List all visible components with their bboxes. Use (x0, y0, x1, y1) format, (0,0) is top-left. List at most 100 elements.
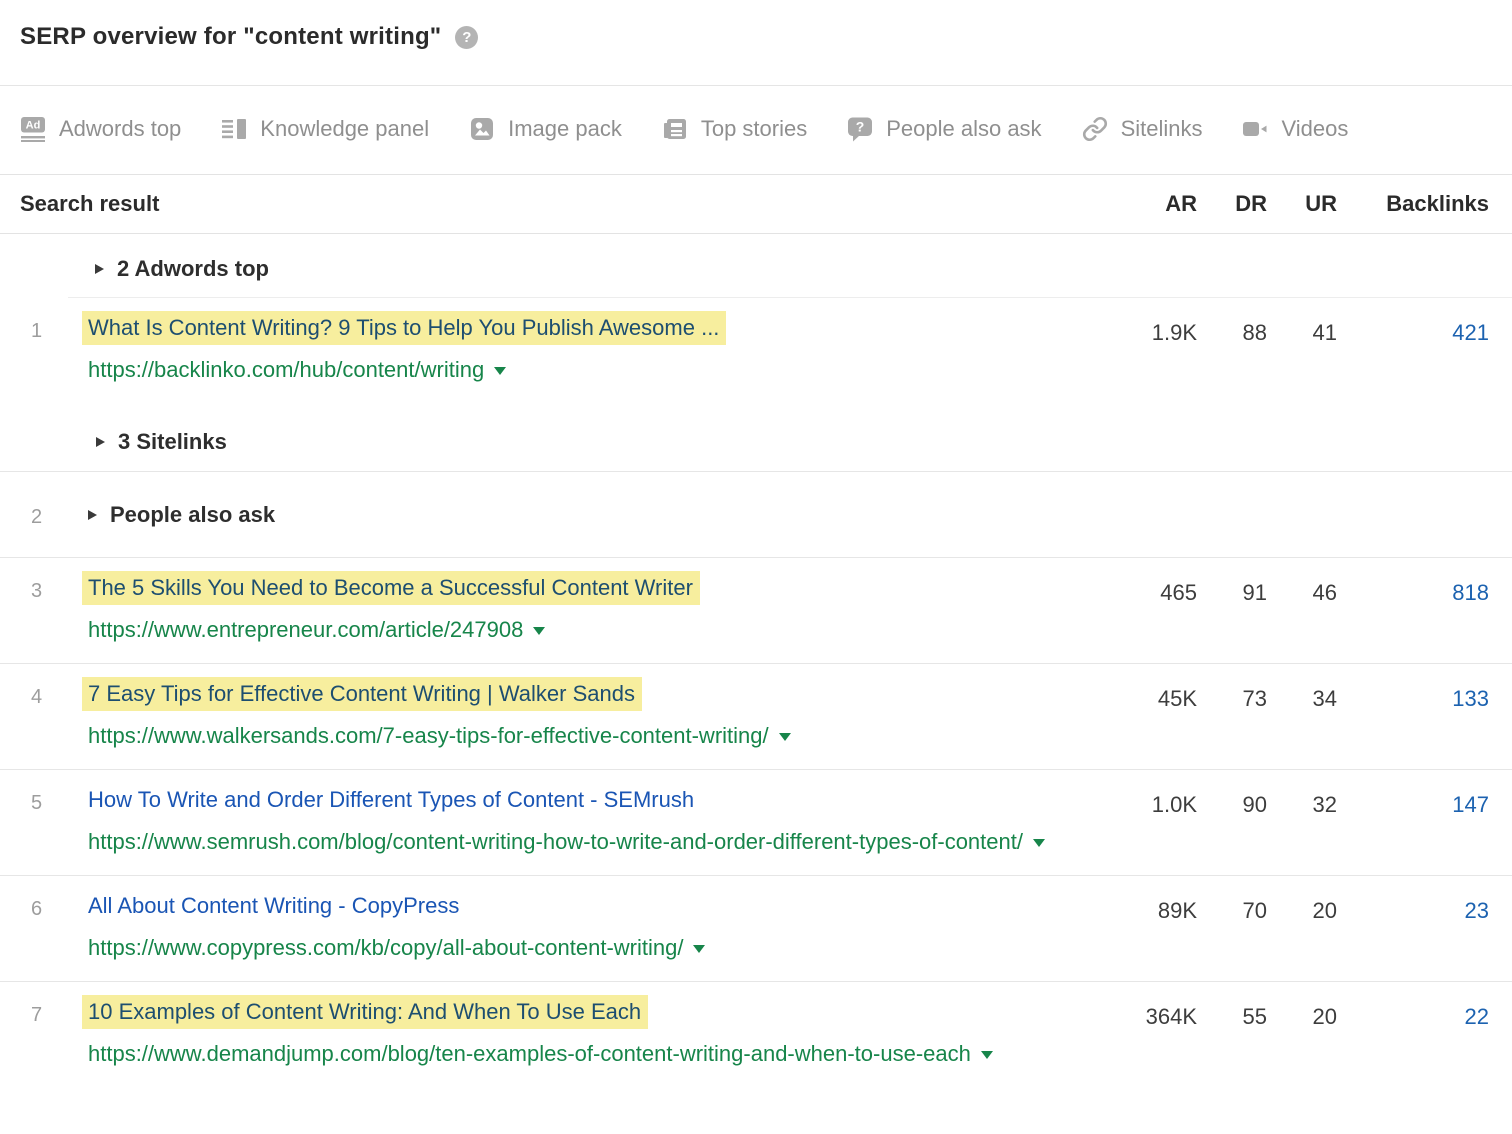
group-header-adwords-top[interactable]: 2 Adwords top (0, 234, 1512, 297)
top-stories-icon (662, 116, 688, 142)
backlinks-link[interactable]: 818 (1452, 580, 1489, 605)
position-number: 5 (20, 784, 88, 859)
column-header-ar: AR (1117, 191, 1197, 217)
backlinks-link[interactable]: 421 (1452, 320, 1489, 345)
group-header-people-also-ask[interactable]: People also ask (88, 498, 275, 529)
legend-item-sitelinks: Sitelinks (1082, 116, 1203, 142)
legend-item-people-also-ask: ? People also ask (847, 116, 1041, 142)
result-title-link[interactable]: The 5 Skills You Need to Become a Succes… (82, 571, 700, 605)
ur-value: 41 (1267, 312, 1337, 387)
table-row: 3 The 5 Skills You Need to Become a Succ… (0, 558, 1512, 664)
position-number: 2 (20, 498, 88, 529)
result-url-link[interactable]: https://www.demandjump.com/blog/ten-exam… (88, 1041, 971, 1066)
legend-label: Adwords top (59, 116, 181, 142)
legend-label: Knowledge panel (260, 116, 429, 142)
serp-overview-panel: SERP overview for "content writing" ? Ad… (0, 0, 1512, 1134)
table-row-people-also-ask: 2 People also ask (0, 472, 1512, 558)
dr-value: 88 (1197, 312, 1267, 387)
url-dropdown-icon[interactable] (1033, 839, 1045, 847)
legend-item-image-pack: Image pack (469, 116, 622, 142)
legend-item-top-stories: Top stories (662, 116, 807, 142)
svg-text:Ad: Ad (26, 120, 41, 132)
result-title-link[interactable]: 7 Easy Tips for Effective Content Writin… (82, 677, 642, 711)
group-header-sitelinks[interactable]: 3 Sitelinks (96, 429, 1512, 471)
ur-value: 46 (1267, 572, 1337, 647)
result-url-link[interactable]: https://www.entrepreneur.com/article/247… (88, 617, 523, 642)
result-title-link[interactable]: 10 Examples of Content Writing: And When… (82, 995, 648, 1029)
ur-value: 20 (1267, 996, 1337, 1071)
column-header-search-result: Search result (20, 191, 1117, 217)
position-number: 7 (20, 996, 88, 1071)
dr-value: 55 (1197, 996, 1267, 1071)
url-dropdown-icon[interactable] (779, 733, 791, 741)
backlinks-cell: 421 (1337, 312, 1489, 387)
result-url-link[interactable]: https://backlinko.com/hub/content/writin… (88, 357, 484, 382)
ur-value: 32 (1267, 784, 1337, 859)
legend-label: Top stories (701, 116, 807, 142)
legend-item-adwords-top: Ad Adwords top (20, 116, 181, 142)
backlinks-cell: 22 (1337, 996, 1489, 1071)
table-row: 7 10 Examples of Content Writing: And Wh… (0, 982, 1512, 1087)
serp-features-legend: Ad Adwords top Knowledge panel (0, 86, 1512, 174)
table-row-group-adwords: 2 Adwords top 1 What Is Content Writing?… (0, 234, 1512, 472)
result-title-link[interactable]: How To Write and Order Different Types o… (88, 787, 694, 812)
backlinks-link[interactable]: 133 (1452, 686, 1489, 711)
image-pack-icon (469, 116, 495, 142)
ar-value: 465 (1117, 572, 1197, 647)
ur-value: 20 (1267, 890, 1337, 965)
table-row: 1 What Is Content Writing? 9 Tips to Hel… (0, 298, 1512, 403)
position-number: 4 (20, 678, 88, 753)
url-dropdown-icon[interactable] (981, 1051, 993, 1059)
legend-label: Sitelinks (1121, 116, 1203, 142)
ar-value: 1.0K (1117, 784, 1197, 859)
ur-value: 34 (1267, 678, 1337, 753)
table-row: 5 How To Write and Order Different Types… (0, 770, 1512, 876)
help-icon[interactable]: ? (455, 26, 478, 49)
position-number: 1 (20, 312, 88, 387)
ar-value: 1.9K (1117, 312, 1197, 387)
ar-value: 89K (1117, 890, 1197, 965)
legend-label: People also ask (886, 116, 1041, 142)
legend-label: Videos (1281, 116, 1348, 142)
backlinks-link[interactable]: 147 (1452, 792, 1489, 817)
videos-icon (1242, 116, 1268, 142)
result-url-link[interactable]: https://www.semrush.com/blog/content-wri… (88, 829, 1023, 854)
result-title-link[interactable]: All About Content Writing - CopyPress (88, 893, 459, 918)
result-title-link[interactable]: What Is Content Writing? 9 Tips to Help … (82, 311, 726, 345)
backlinks-cell: 818 (1337, 572, 1489, 647)
backlinks-cell: 147 (1337, 784, 1489, 859)
panel-header: SERP overview for "content writing" ? (0, 0, 1512, 86)
legend-item-knowledge-panel: Knowledge panel (221, 116, 429, 142)
url-dropdown-icon[interactable] (693, 945, 705, 953)
column-header-backlinks: Backlinks (1337, 191, 1489, 217)
backlinks-link[interactable]: 22 (1465, 1004, 1489, 1029)
dr-value: 70 (1197, 890, 1267, 965)
svg-text:?: ? (856, 119, 865, 135)
group-label: People also ask (110, 502, 275, 528)
url-dropdown-icon[interactable] (533, 627, 545, 635)
ar-value: 45K (1117, 678, 1197, 753)
adwords-icon: Ad (20, 116, 46, 142)
expand-arrow-icon (96, 437, 105, 447)
group-label: 2 Adwords top (117, 256, 269, 282)
page-title: SERP overview for "content writing" (20, 22, 441, 52)
result-url-link[interactable]: https://www.copypress.com/kb/copy/all-ab… (88, 935, 683, 960)
backlinks-cell: 133 (1337, 678, 1489, 753)
backlinks-link[interactable]: 23 (1465, 898, 1489, 923)
knowledge-panel-icon (221, 116, 247, 142)
table-row: 4 7 Easy Tips for Effective Content Writ… (0, 664, 1512, 770)
column-header-dr: DR (1197, 191, 1267, 217)
dr-value: 73 (1197, 678, 1267, 753)
expand-arrow-icon (95, 264, 104, 274)
legend-item-videos: Videos (1242, 116, 1348, 142)
group-label: 3 Sitelinks (118, 429, 227, 455)
sitelinks-icon (1082, 116, 1108, 142)
table-row: 6 All About Content Writing - CopyPress … (0, 876, 1512, 982)
result-url-link[interactable]: https://www.walkersands.com/7-easy-tips-… (88, 723, 769, 748)
url-dropdown-icon[interactable] (494, 367, 506, 375)
dr-value: 90 (1197, 784, 1267, 859)
dr-value: 91 (1197, 572, 1267, 647)
table-header: Search result AR DR UR Backlinks (0, 174, 1512, 234)
legend-label: Image pack (508, 116, 622, 142)
expand-arrow-icon (88, 510, 97, 520)
